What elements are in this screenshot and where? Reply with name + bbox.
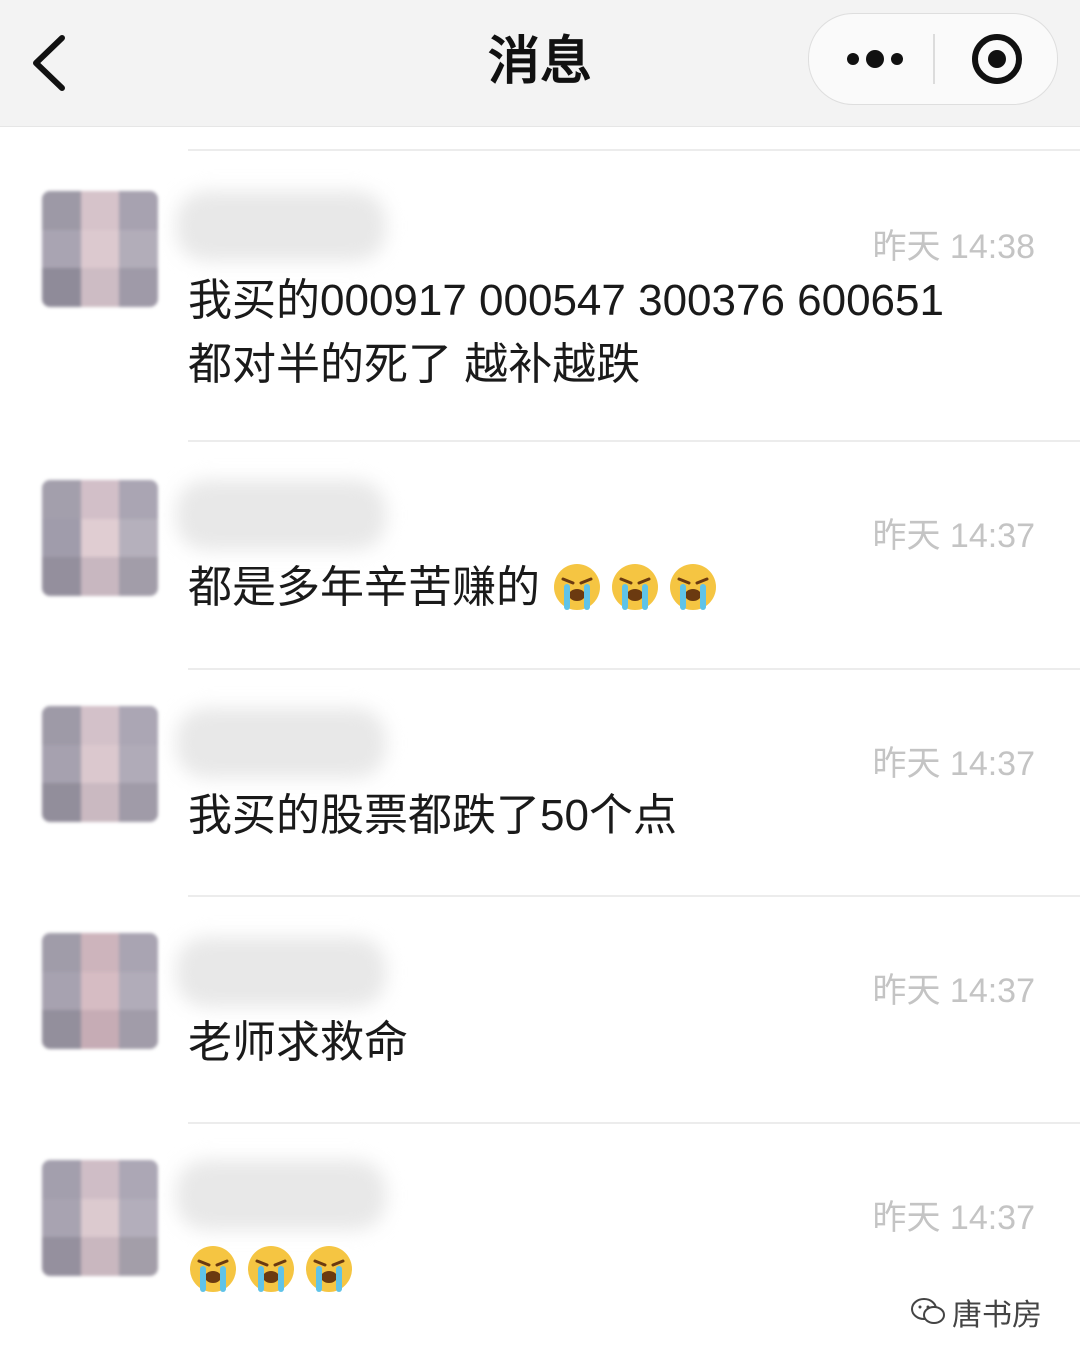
message-text-line: 我买的000917 000547 300376 600651 — [188, 276, 944, 325]
message-text-line: 都对半的死了 越补越跌 — [188, 340, 641, 389]
capsule-menu — [808, 13, 1058, 105]
sender-name-blurred — [176, 191, 386, 261]
message-time: 昨天 14:37 — [872, 972, 1035, 1010]
sender-name-blurred — [176, 937, 386, 1007]
message-text: 我买的000917 000547 300376 600651 都对半的死了 越补… — [188, 269, 1048, 397]
sender-name-blurred — [176, 708, 386, 778]
message-text: 都是多年辛苦赚的 — [188, 556, 1048, 620]
message-time: 昨天 14:37 — [872, 745, 1035, 783]
crying-face-icon — [306, 1246, 352, 1292]
crying-face-icon — [670, 564, 717, 610]
sender-name-blurred — [176, 1160, 386, 1230]
avatar — [42, 1160, 158, 1276]
divider — [188, 668, 1080, 670]
message-text-content: 都是多年辛苦赚的 — [188, 563, 540, 612]
divider — [188, 440, 1080, 442]
wechat-icon — [911, 1298, 945, 1324]
message-text: 我买的股票都跌了50个点 — [188, 791, 677, 840]
avatar — [42, 706, 158, 822]
avatar — [42, 933, 158, 1049]
more-button[interactable] — [809, 14, 933, 104]
crying-face-icon — [554, 564, 601, 610]
sender-name-blurred — [176, 480, 386, 550]
divider — [188, 149, 1080, 151]
emoji-group — [188, 1245, 362, 1294]
message-time: 昨天 14:37 — [872, 1199, 1035, 1237]
crying-face-icon — [190, 1246, 236, 1292]
close-button[interactable] — [935, 14, 1057, 104]
message-text: 老师求救命 — [188, 1018, 408, 1067]
divider — [188, 895, 1080, 897]
message-time: 昨天 14:37 — [872, 517, 1035, 555]
crying-face-icon — [612, 564, 659, 610]
emoji-group — [552, 563, 726, 612]
divider — [188, 1122, 1080, 1124]
avatar — [42, 191, 158, 307]
nav-bar: 消息 — [0, 0, 1080, 127]
more-dots-icon — [847, 50, 903, 68]
watermark: 唐书房 — [910, 1290, 1042, 1334]
message-time: 昨天 14:38 — [872, 228, 1035, 266]
avatar — [42, 480, 158, 596]
crying-face-icon — [248, 1246, 294, 1292]
target-circle-icon — [972, 34, 1022, 84]
watermark-text: 唐书房 — [952, 1298, 1042, 1333]
